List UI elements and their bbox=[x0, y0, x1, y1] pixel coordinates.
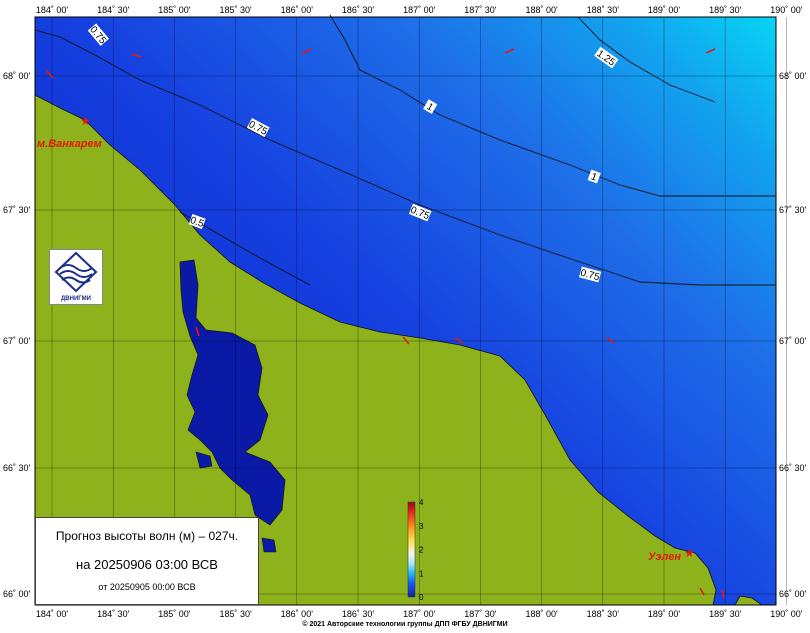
latitude-labels-right: 68˚ 00' 67˚ 30' 67˚ 00' 66˚ 30' 66˚ 00' bbox=[779, 71, 807, 599]
longitude-tick-label: 184˚ 00' bbox=[36, 5, 69, 15]
longitude-tick-label: 187˚ 00' bbox=[403, 609, 436, 619]
longitude-tick-label: 186˚ 30' bbox=[342, 5, 375, 15]
place-marker-star: ★ bbox=[80, 114, 91, 128]
forecast-date: на 20250906 03:00 ВСВ bbox=[76, 557, 218, 572]
latitude-tick-label: 67˚ 00' bbox=[3, 336, 31, 346]
longitude-tick-label: 186˚ 00' bbox=[281, 609, 314, 619]
longitude-tick-label: 185˚ 00' bbox=[158, 609, 191, 619]
longitude-tick-label: 188˚ 00' bbox=[525, 609, 558, 619]
longitude-tick-label: 187˚ 30' bbox=[464, 609, 497, 619]
latitude-tick-label: 67˚ 00' bbox=[779, 336, 807, 346]
forecast-title: Прогноз высоты волн (м) – 027ч. bbox=[55, 529, 239, 543]
logo-caption: ДВНИГМИ bbox=[61, 296, 91, 302]
latitude-labels-left: 68˚ 00' 67˚ 30' 67˚ 00' 66˚ 30' 66˚ 00' bbox=[3, 71, 31, 599]
latitude-tick-label: 67˚ 30' bbox=[3, 205, 31, 215]
longitude-tick-label: 189˚ 00' bbox=[648, 5, 681, 15]
longitude-tick-label: 184˚ 00' bbox=[36, 609, 69, 619]
longitude-tick-label: 189˚ 30' bbox=[709, 5, 742, 15]
longitude-tick-label: 189˚ 00' bbox=[648, 609, 681, 619]
longitude-tick-label: 189˚ 30' bbox=[709, 609, 742, 619]
longitude-tick-label: 188˚ 30' bbox=[587, 5, 620, 15]
lagoon-spot bbox=[261, 537, 277, 553]
latitude-tick-label: 68˚ 00' bbox=[3, 71, 31, 81]
latitude-tick-label: 66˚ 30' bbox=[3, 463, 31, 473]
longitude-tick-label: 185˚ 30' bbox=[219, 5, 252, 15]
logo-waves-icon bbox=[54, 251, 98, 293]
latitude-tick-label: 66˚ 00' bbox=[3, 589, 31, 599]
dvnigmi-logo: ДВНИГМИ bbox=[49, 249, 103, 305]
colorbar-tick-label: 4 bbox=[419, 498, 424, 507]
longitude-tick-label: 186˚ 00' bbox=[281, 5, 314, 15]
longitude-tick-label: 184˚ 30' bbox=[97, 609, 130, 619]
longitude-labels-bottom: 184˚ 00' 184˚ 30' 185˚ 00' 185˚ 30' 186˚ 00'… bbox=[36, 609, 803, 619]
forecast-legend-box: Прогноз высоты волн (м) – 027ч. на 20250… bbox=[35, 517, 259, 605]
latitude-tick-label: 66˚ 30' bbox=[779, 463, 807, 473]
longitude-tick-label: 187˚ 00' bbox=[403, 5, 436, 15]
longitude-tick-label: 186˚ 30' bbox=[342, 609, 375, 619]
colorbar-tick-label: 1 bbox=[419, 569, 424, 578]
longitude-tick-label: 188˚ 00' bbox=[525, 5, 558, 15]
colorbar-tick-label: 3 bbox=[419, 522, 424, 531]
place-label-uelen: Уэлен bbox=[648, 551, 681, 563]
colorbar bbox=[407, 501, 416, 598]
longitude-tick-label: 184˚ 30' bbox=[97, 5, 130, 15]
longitude-labels-top: 184˚ 00' 184˚ 30' 185˚ 00' 185˚ 30' 186˚ 00'… bbox=[36, 5, 803, 15]
longitude-tick-label: 190˚ 00' bbox=[770, 609, 803, 619]
latitude-tick-label: 68˚ 00' bbox=[779, 71, 807, 81]
copyright-text: © 2021 Авторские технологии группы ДПП Ф… bbox=[302, 621, 508, 628]
colorbar-tick-label: 2 bbox=[419, 546, 424, 555]
place-marker-star: ★ bbox=[684, 546, 695, 560]
longitude-tick-label: 185˚ 00' bbox=[158, 5, 191, 15]
longitude-tick-label: 187˚ 30' bbox=[464, 5, 497, 15]
latitude-tick-label: 66˚ 00' bbox=[779, 589, 807, 599]
longitude-tick-label: 188˚ 30' bbox=[587, 609, 620, 619]
forecast-base-time: от 20250905 00:00 ВСВ bbox=[98, 582, 196, 592]
latitude-tick-label: 67˚ 30' bbox=[779, 205, 807, 215]
longitude-tick-label: 190˚ 00' bbox=[770, 5, 803, 15]
colorbar-tick-label: 0 bbox=[419, 593, 424, 602]
longitude-tick-label: 185˚ 30' bbox=[219, 609, 252, 619]
place-label-vankarem: м.Ванкарем bbox=[37, 138, 102, 150]
